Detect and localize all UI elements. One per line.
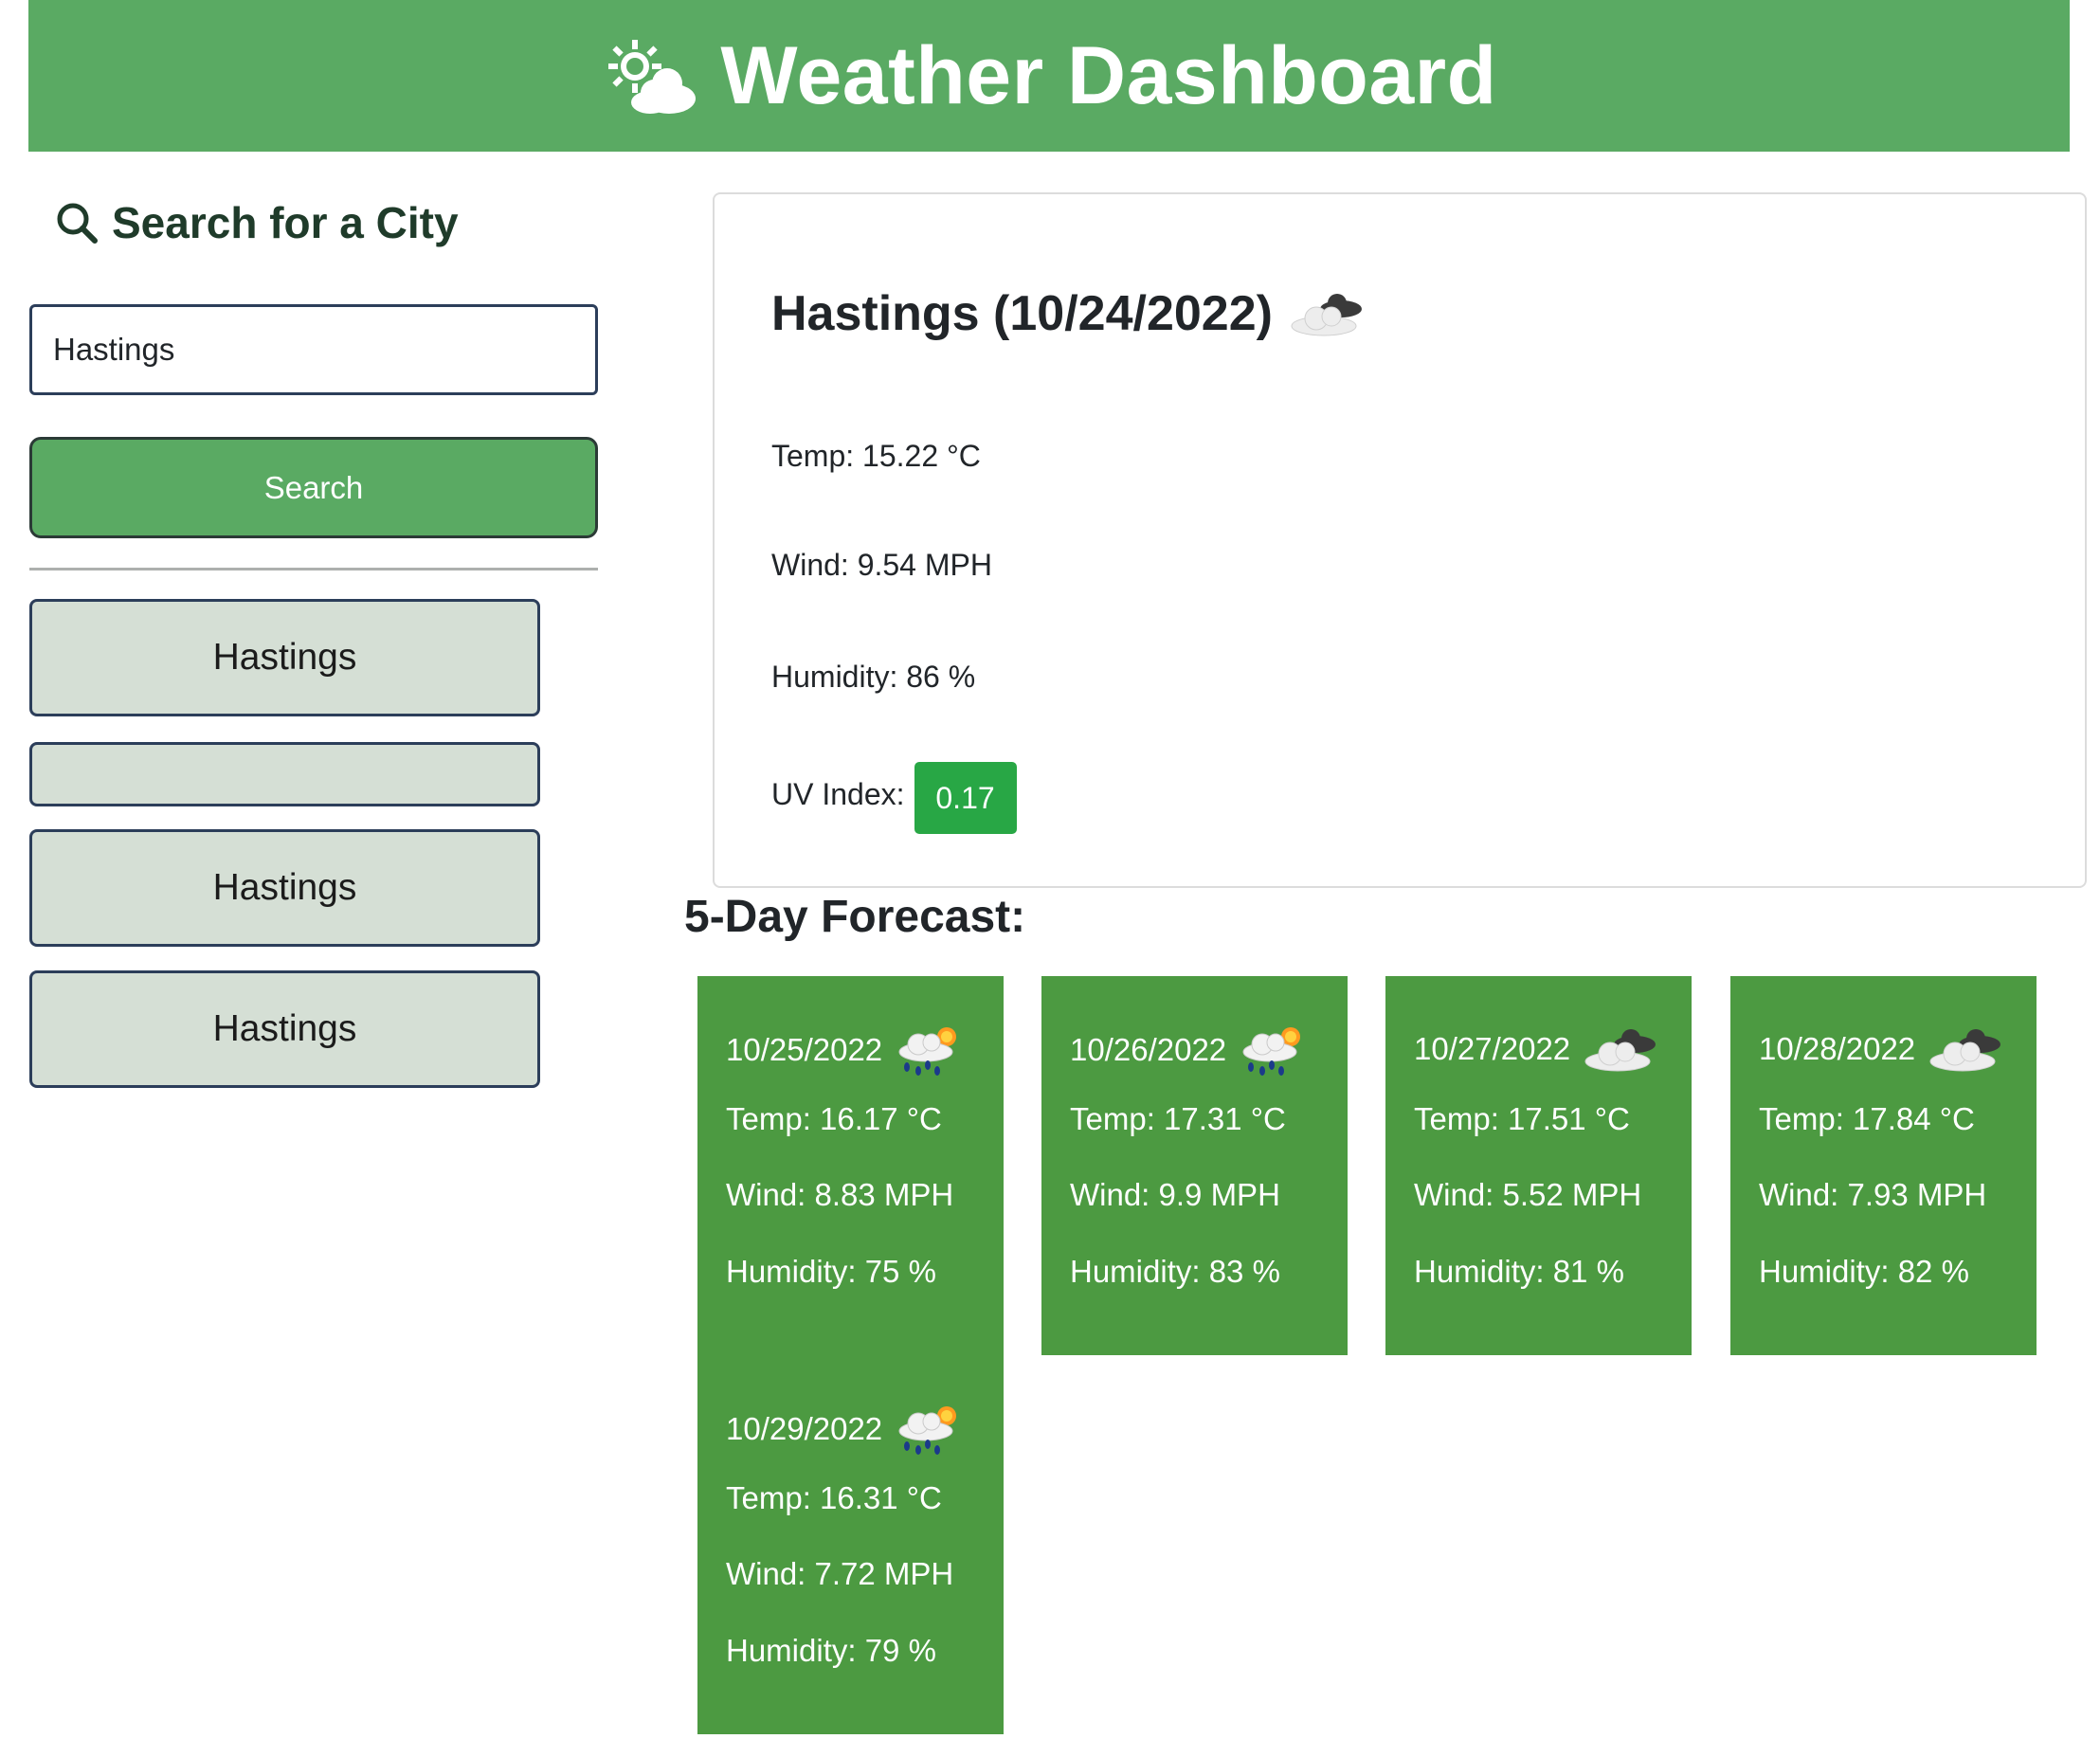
forecast-date-row: 10/28/2022 [1759,1023,2006,1075]
sun-cloud-icon [608,40,697,114]
current-city-date: Hastings (10/24/2022) [771,286,1273,341]
current-temp: Temp: 15.22 °C [771,439,981,473]
forecast-humidity: Humidity: 83 % [1070,1254,1280,1289]
forecast-card: 10/27/2022 Temp: 17.51 °C Wind: 5.52 MPH Hu… [1385,976,1692,1355]
cloudy-icon [1929,1029,2001,1072]
forecast-date: 10/25/2022 [726,1032,883,1067]
forecast-humidity: Humidity: 79 % [726,1633,936,1668]
forecast-temp: Temp: 17.84 °C [1759,1101,1975,1136]
forecast-wind: Wind: 9.9 MPH [1070,1177,1280,1212]
history-button-2[interactable] [29,742,540,806]
forecast-date-row: 10/29/2022 [726,1403,966,1456]
forecast-humidity: Humidity: 81 % [1414,1254,1624,1289]
search-heading-text: Search for a City [112,198,459,247]
rain-sun-icon [898,1027,957,1076]
current-wind: Wind: 9.54 MPH [771,548,992,582]
forecast-date: 10/26/2022 [1070,1032,1227,1067]
history-button-1[interactable]: Hastings [29,599,540,716]
forecast-date: 10/29/2022 [726,1411,883,1446]
app-header: Weather Dashboard [28,0,2070,152]
forecast-date: 10/28/2022 [1759,1031,1916,1066]
forecast-date-row: 10/26/2022 [1070,1023,1310,1077]
forecast-card: 10/26/2022 Temp: 17.31 °C Wind: 9.9 MPH Hum… [1041,976,1348,1355]
history-button-4[interactable]: Hastings [29,970,540,1088]
uv-index-label: UV Index: [771,776,905,811]
forecast-date: 10/27/2022 [1414,1031,1571,1066]
forecast-card: 10/25/2022 Temp: 16.17 °C Wind: 8.83 MPH Hu… [697,976,1004,1355]
cloudy-icon [1584,1029,1656,1072]
forecast-temp: Temp: 17.51 °C [1414,1101,1630,1136]
current-humidity: Humidity: 86 % [771,660,976,694]
forecast-humidity: Humidity: 82 % [1759,1254,1969,1289]
current-weather-title: Hastings (10/24/2022) [771,285,1367,342]
forecast-heading: 5-Day Forecast: [684,892,1026,942]
forecast-date-row: 10/25/2022 [726,1023,966,1077]
rain-sun-icon [1242,1027,1301,1076]
forecast-temp: Temp: 16.17 °C [726,1101,942,1136]
page-title: Weather Dashboard [720,29,1497,121]
uv-index-row: UV Index: 0.17 [771,758,1017,834]
cloudy-icon [1291,294,1362,336]
forecast-wind: Wind: 7.93 MPH [1759,1177,1987,1212]
history-button-3[interactable]: Hastings [29,829,540,947]
forecast-card: 10/28/2022 Temp: 17.84 °C Wind: 7.93 MPH Hu… [1730,976,2037,1355]
forecast-wind: Wind: 7.72 MPH [726,1556,954,1591]
current-weather-card: Hastings (10/24/2022) Temp: 15.22 °C Win… [713,192,2087,888]
forecast-humidity: Humidity: 75 % [726,1254,936,1289]
divider [29,568,598,571]
search-icon [57,203,98,244]
forecast-temp: Temp: 16.31 °C [726,1480,942,1515]
forecast-card: 10/29/2022 Temp: 16.31 °C Wind: 7.72 MPH Hu… [697,1355,1004,1734]
search-heading: Search for a City [55,197,459,248]
city-search-input[interactable] [29,304,598,395]
forecast-temp: Temp: 17.31 °C [1070,1101,1286,1136]
uv-index-badge: 0.17 [914,762,1017,834]
forecast-wind: Wind: 5.52 MPH [1414,1177,1642,1212]
forecast-date-row: 10/27/2022 [1414,1023,1661,1075]
search-button[interactable]: Search [29,437,598,538]
forecast-wind: Wind: 8.83 MPH [726,1177,954,1212]
rain-sun-icon [898,1406,957,1455]
